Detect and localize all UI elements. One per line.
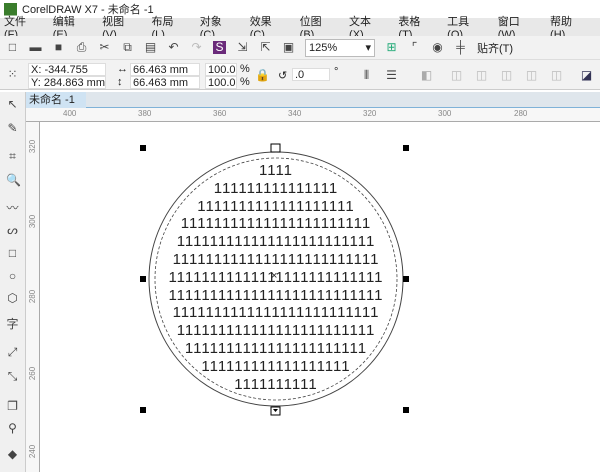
width-icon: ↔ <box>117 63 128 75</box>
show-grid-icon[interactable]: ◉ <box>431 41 444 54</box>
vertical-ruler[interactable]: 320 300 280 260 240 <box>26 122 40 472</box>
toolbox: ↖ ✎ ⌗ 🔍 〰 ᔕ □ ○ ⬡ 字 ⤢ ⤡ ❐ ⚲ ◆ <box>0 92 26 472</box>
scale-y-field[interactable]: 100.0 <box>205 76 237 89</box>
property-bar: ⁙ X: -344.755 mm Y: 284.863 mm ↔ ↕ 66.46… <box>0 60 600 90</box>
export-icon[interactable]: ⇱ <box>259 41 272 54</box>
standard-toolbar: □ ▬ ■ ⎙ ✂ ⧉ ▤ ↶ ↷ S ⇲ ⇱ ▣ 125% ⊞ ⌜ ◉ ╪ 贴… <box>0 36 600 60</box>
y-position-field[interactable]: Y: 284.863 mm <box>28 76 106 89</box>
ruler-label: 300 <box>438 109 452 118</box>
artistic-media-tool-icon[interactable]: ᔕ <box>6 224 19 237</box>
zoom-level-select[interactable]: 125% <box>305 38 375 57</box>
rotation-angle-field[interactable]: .0 <box>292 68 330 81</box>
print-icon[interactable]: ⎙ <box>75 41 88 54</box>
combine-icon[interactable]: ◧ <box>420 69 433 82</box>
front-minus-back-icon[interactable]: ◫ <box>550 69 563 82</box>
copy-icon[interactable]: ⧉ <box>121 41 134 54</box>
ruler-label: 300 <box>28 214 38 229</box>
open-folder-icon[interactable]: ▬ <box>29 41 42 54</box>
ruler-label: 260 <box>28 366 38 381</box>
text-line: 1111111111111111111111 <box>184 339 368 357</box>
create-boundary-icon[interactable]: ◪ <box>580 69 593 82</box>
redo-icon[interactable]: ↷ <box>190 41 203 54</box>
tab-document[interactable]: 未命名 -1 <box>26 92 86 108</box>
show-rulers-icon[interactable]: ⌜ <box>408 41 421 54</box>
selection-handle[interactable] <box>403 145 409 151</box>
text-line: 11111111111111111111111 <box>180 215 372 233</box>
fill-tool-icon[interactable]: ◆ <box>6 448 19 461</box>
undo-icon[interactable]: ↶ <box>167 41 180 54</box>
height-icon: ↕ <box>117 76 123 88</box>
ruler-label: 280 <box>514 109 528 118</box>
search-content-icon[interactable]: S <box>213 41 226 54</box>
eyedropper-tool-icon[interactable]: ⚲ <box>6 422 19 435</box>
crop-tool-icon[interactable]: ⌗ <box>6 150 19 163</box>
height-field[interactable]: 66.463 mm <box>130 76 200 89</box>
rotate-icon: ↺ <box>278 70 288 82</box>
text-line: 1111111111111111111111111 <box>172 250 380 268</box>
degree-label: ° <box>334 66 339 78</box>
import-icon[interactable]: ⇲ <box>236 41 249 54</box>
ruler-label: 400 <box>63 109 77 118</box>
ruler-label: 320 <box>363 109 377 118</box>
drawing-canvas[interactable]: 1111 111111111111111 1111111111111111111… <box>40 122 600 472</box>
percent-label: % <box>240 76 250 88</box>
drop-shadow-tool-icon[interactable]: ❐ <box>6 400 19 413</box>
ruler-label: 360 <box>213 109 227 118</box>
shape-tool-icon[interactable]: ✎ <box>6 122 19 135</box>
intersect-icon[interactable]: ◫ <box>500 69 513 82</box>
menu-bar: 文件(F) 编辑(E) 视图(V) 布局(L) 对象(C) 效果(C) 位图(B) 文本(X)… <box>0 16 600 41</box>
selection-handle[interactable] <box>403 407 409 413</box>
paste-icon[interactable]: ▤ <box>144 41 157 54</box>
percent-label: % <box>240 63 250 75</box>
show-guidelines-icon[interactable]: ╪ <box>454 41 467 54</box>
publish-pdf-icon[interactable]: ▣ <box>282 41 295 54</box>
ruler-label: 380 <box>138 109 152 118</box>
reference-point-icon[interactable]: ⁙ <box>6 68 19 81</box>
ruler-label: 280 <box>28 289 38 304</box>
full-screen-icon[interactable]: ⊞ <box>385 41 398 54</box>
weld-icon[interactable]: ◫ <box>450 69 463 82</box>
text-line: 111111111111111 <box>213 179 339 197</box>
text-line: 1111111111111111111111111 <box>172 304 380 322</box>
text-line: 1111111111 <box>234 375 318 393</box>
simplify-icon[interactable]: ◫ <box>525 69 538 82</box>
trim-icon[interactable]: ◫ <box>475 69 488 82</box>
horizontal-ruler[interactable]: 400 380 360 340 320 300 280 <box>26 108 600 122</box>
ruler-label: 240 <box>28 444 38 459</box>
text-line: 111111111111111111 <box>201 357 351 375</box>
lock-ratio-icon[interactable]: 🔒 <box>255 69 270 82</box>
zoom-tool-icon[interactable]: 🔍 <box>6 174 21 187</box>
pick-tool-icon[interactable]: ↖ <box>6 98 19 111</box>
mirror-vertical-icon[interactable]: ☰ <box>385 69 398 82</box>
selection-handle[interactable] <box>140 407 146 413</box>
connector-tool-icon[interactable]: ⤡ <box>6 370 19 383</box>
parallel-dimension-tool-icon[interactable]: ⤢ <box>6 346 19 359</box>
snap-to-menu[interactable]: 贴齐(T) <box>477 40 513 56</box>
freehand-tool-icon[interactable]: 〰 <box>6 202 19 215</box>
rectangle-tool-icon[interactable]: □ <box>6 247 19 260</box>
scale-x-field[interactable]: 100.0 <box>205 63 237 76</box>
mirror-horizontal-icon[interactable]: ⫴ <box>360 69 373 82</box>
selection-handle[interactable] <box>140 145 146 151</box>
cut-icon[interactable]: ✂ <box>98 41 111 54</box>
text-line: 11111111111111111111111111 <box>168 286 384 304</box>
width-field[interactable]: 66.463 mm <box>130 63 200 76</box>
text-line: 111111111111111111111111 <box>176 233 376 251</box>
polygon-tool-icon[interactable]: ⬡ <box>6 292 19 305</box>
ruler-label: 320 <box>28 139 38 154</box>
ellipse-tool-icon[interactable]: ○ <box>6 270 19 283</box>
document-tabs: 未命名 -1 <box>26 92 600 108</box>
save-icon[interactable]: ■ <box>52 41 65 54</box>
x-position-field[interactable]: X: -344.755 mm <box>28 63 106 89</box>
text-line: 1111111111111111111 <box>197 197 355 215</box>
text-line: 111111111111111111111111 <box>176 322 376 340</box>
text-line: 1111 <box>258 162 294 179</box>
new-document-icon[interactable]: □ <box>6 41 19 54</box>
ruler-label: 340 <box>288 109 302 118</box>
text-tool-icon[interactable]: 字 <box>6 318 19 331</box>
center-marker-icon: × <box>271 270 278 282</box>
